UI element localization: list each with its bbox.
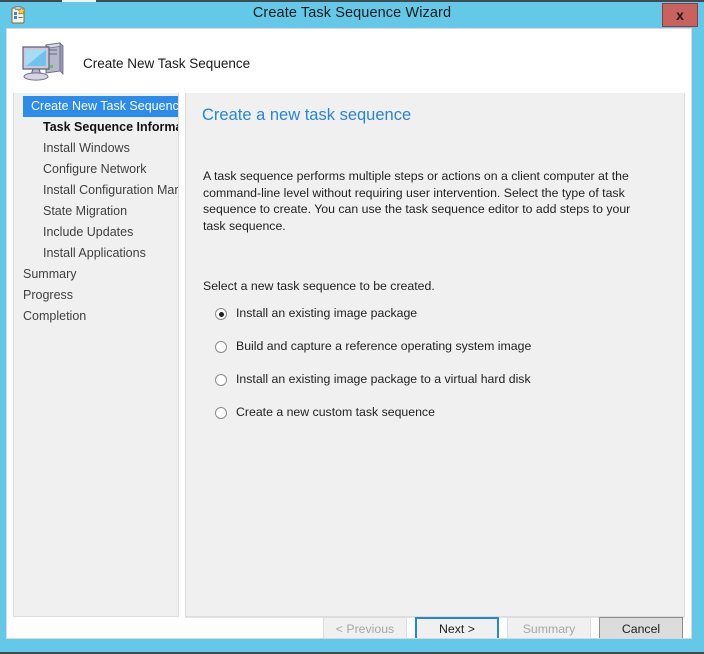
sidebar-item-label: Include Updates: [43, 225, 134, 239]
page-title: Create a new task sequence: [202, 106, 412, 124]
radio-button-icon[interactable]: [215, 374, 227, 386]
sidebar-item-label: Install Windows: [43, 141, 130, 155]
wizard-body: Create New Task Sequence Task Sequence In…: [7, 93, 691, 638]
radio-button-icon[interactable]: [215, 341, 227, 353]
cancel-button[interactable]: Cancel: [599, 617, 683, 638]
sidebar-item-label: Configure Network: [43, 162, 147, 176]
page-description: A task sequence performs multiple steps …: [203, 169, 631, 233]
wizard-button-row: < Previous Next > Summary Cancel: [323, 617, 683, 638]
sidebar-item-label: Install Configuration Mar: [43, 183, 179, 197]
sidebar-item-label: State Migration: [43, 204, 128, 218]
sidebar-item-label: Task Sequence Informati: [43, 120, 179, 134]
banner-title: Create New Task Sequence: [83, 56, 251, 71]
sidebar-item[interactable]: Completion: [14, 306, 178, 327]
options-label: Select a new task sequence to be created…: [203, 279, 435, 293]
close-button[interactable]: x: [662, 3, 698, 27]
radio-button-icon[interactable]: [215, 407, 227, 419]
radio-option-label: Install an existing image package: [236, 306, 418, 320]
radio-option[interactable]: Install an existing image package to a v…: [215, 371, 665, 404]
sidebar-item[interactable]: Summary: [14, 264, 178, 285]
sidebar-item[interactable]: Install Applications: [14, 243, 178, 264]
nav-list: Create New Task Sequence Task Sequence In…: [14, 93, 178, 327]
sidebar-item-label: Install Applications: [43, 246, 146, 260]
previous-button: < Previous: [323, 617, 407, 638]
radio-option-label: Install an existing image package to a v…: [236, 372, 531, 386]
wizard-client-area: Create New Task Sequence Create New Task…: [6, 28, 692, 639]
sidebar-item[interactable]: Install Configuration Mar: [14, 180, 178, 201]
radio-option-label: Create a new custom task sequence: [236, 405, 435, 419]
sidebar-item[interactable]: Progress: [14, 285, 178, 306]
sidebar-item[interactable]: Create New Task Sequence: [23, 96, 179, 117]
next-button[interactable]: Next >: [415, 617, 499, 638]
sidebar-item-label: Completion: [23, 309, 87, 323]
sidebar-item[interactable]: Include Updates: [14, 222, 178, 243]
sidebar-item-label: Progress: [23, 288, 74, 302]
desktop-background: Create Task Sequence Wizard x Create New…: [0, 0, 704, 654]
sidebar-item[interactable]: Configure Network: [14, 159, 178, 180]
sidebar-item[interactable]: State Migration: [14, 201, 178, 222]
task-sequence-type-radio-group[interactable]: Install an existing image package Build a…: [215, 305, 665, 437]
wizard-content-pane: Create a new task sequence A task sequen…: [185, 93, 685, 617]
radio-option[interactable]: Build and capture a reference operating …: [215, 338, 665, 371]
window-bottom-edge: [0, 639, 704, 654]
radio-option[interactable]: Install an existing image package: [215, 305, 665, 338]
sidebar-item-label: Summary: [23, 267, 77, 281]
wizard-step-navigation[interactable]: Create New Task Sequence Task Sequence In…: [13, 93, 179, 617]
title-bar[interactable]: Create Task Sequence Wizard x: [0, 2, 704, 28]
window-title: Create Task Sequence Wizard: [252, 5, 452, 21]
sidebar-item[interactable]: Task Sequence Informati: [14, 117, 178, 138]
sidebar-item[interactable]: Install Windows: [14, 138, 178, 159]
computer-icon: [19, 37, 69, 85]
wizard-banner: Create New Task Sequence: [7, 29, 691, 93]
sidebar-item-label: Create New Task Sequence: [31, 99, 179, 113]
summary-button: Summary: [507, 617, 591, 638]
radio-option[interactable]: Create a new custom task sequence: [215, 404, 665, 437]
radio-button-selected-icon[interactable]: [215, 308, 227, 320]
radio-option-label: Build and capture a reference operating …: [236, 339, 532, 353]
